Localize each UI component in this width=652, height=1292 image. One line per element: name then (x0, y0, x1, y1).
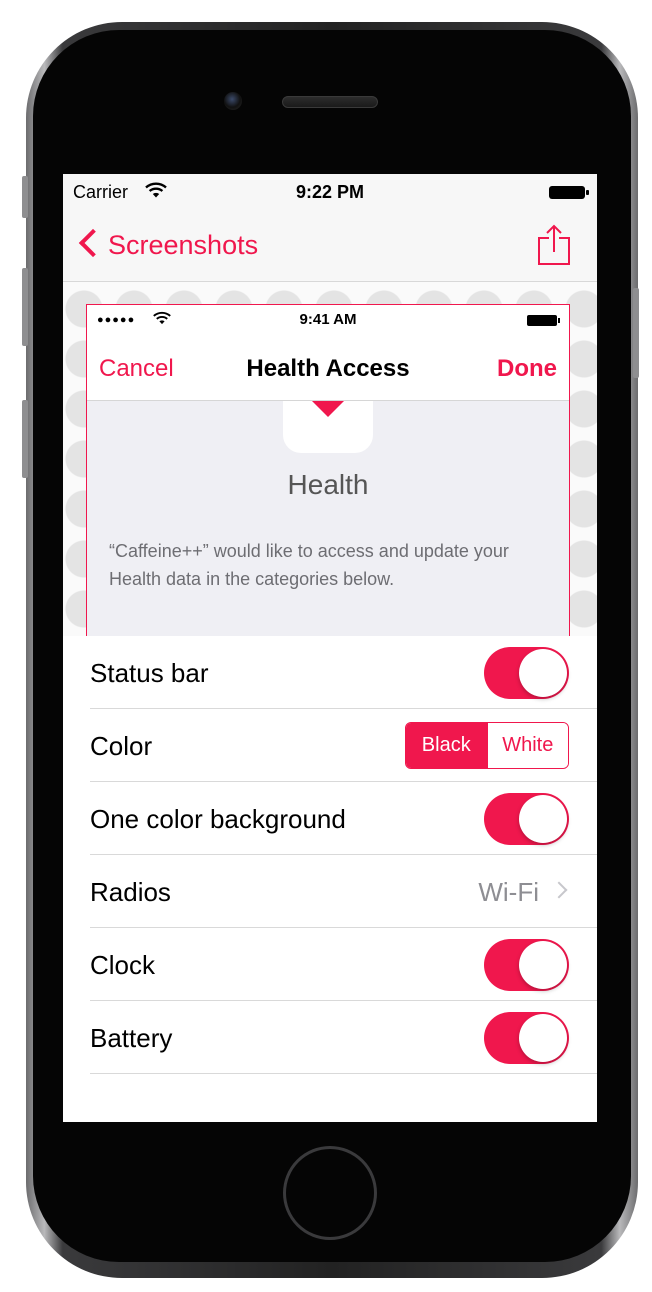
health-access-description: “Caffeine++” would like to access and up… (109, 541, 509, 589)
health-app-icon (283, 401, 373, 453)
screen: Carrier 9:22 PM Screenshots ●●●●● 9:41 A… (63, 174, 597, 1122)
radios-row[interactable]: Radios Wi-Fi (63, 855, 597, 928)
battery-icon (549, 186, 589, 199)
heart-icon (312, 401, 344, 417)
mock-battery-icon (527, 315, 560, 326)
earpiece-speaker (282, 96, 378, 108)
color-segmented-control: Black White (405, 722, 569, 769)
row-label: Radios (90, 877, 171, 907)
front-camera (224, 92, 242, 110)
color-option-black[interactable]: Black (406, 723, 487, 768)
back-chevron-icon[interactable] (78, 228, 108, 258)
toggle-knob (519, 795, 567, 843)
clock-toggle[interactable] (484, 939, 569, 991)
volume-down-button (22, 400, 28, 478)
row-label: Clock (90, 950, 156, 980)
mock-done-button: Done (497, 355, 557, 382)
clock-row: Clock (63, 928, 597, 1001)
mock-navigation-bar: Cancel Health Access Done (87, 335, 569, 401)
radios-value: Wi-Fi (478, 877, 539, 907)
toggle-knob (519, 649, 567, 697)
one-color-background-row: One color background (63, 782, 597, 855)
mute-switch (22, 176, 28, 218)
toggle-knob (519, 941, 567, 989)
toggle-knob (519, 1014, 567, 1062)
settings-list: Status bar Color Black White One color b… (63, 636, 597, 1074)
back-button[interactable]: Screenshots (108, 230, 258, 261)
home-button[interactable] (283, 1146, 377, 1240)
battery-toggle[interactable] (484, 1012, 569, 1064)
status-time: 9:22 PM (295, 182, 365, 202)
one-color-background-toggle[interactable] (484, 793, 569, 845)
navigation-bar: Screenshots (63, 210, 597, 282)
chevron-right-icon (550, 881, 568, 899)
row-label: Status bar (90, 658, 209, 688)
power-button (633, 288, 639, 378)
mock-time: 9:41 AM (299, 311, 357, 328)
row-label: Color (90, 731, 153, 761)
color-option-white[interactable]: White (486, 723, 568, 768)
status-bar-toggle[interactable] (484, 647, 569, 699)
mock-screenshot: ●●●●● 9:41 AM Cancel Health Access Done (86, 304, 570, 636)
health-app-name: Health (287, 469, 369, 500)
color-row: Color Black White (63, 709, 597, 782)
mock-status-bar: ●●●●● 9:41 AM (87, 305, 569, 335)
row-label: Battery (90, 1023, 173, 1053)
share-icon[interactable] (537, 224, 571, 266)
status-bar: Carrier 9:22 PM (63, 174, 597, 210)
screenshot-preview[interactable]: ●●●●● 9:41 AM Cancel Health Access Done (63, 282, 597, 636)
row-label: One color background (90, 804, 346, 834)
battery-row: Battery (63, 1001, 597, 1074)
volume-up-button (22, 268, 28, 346)
status-bar-row: Status bar (63, 636, 597, 709)
